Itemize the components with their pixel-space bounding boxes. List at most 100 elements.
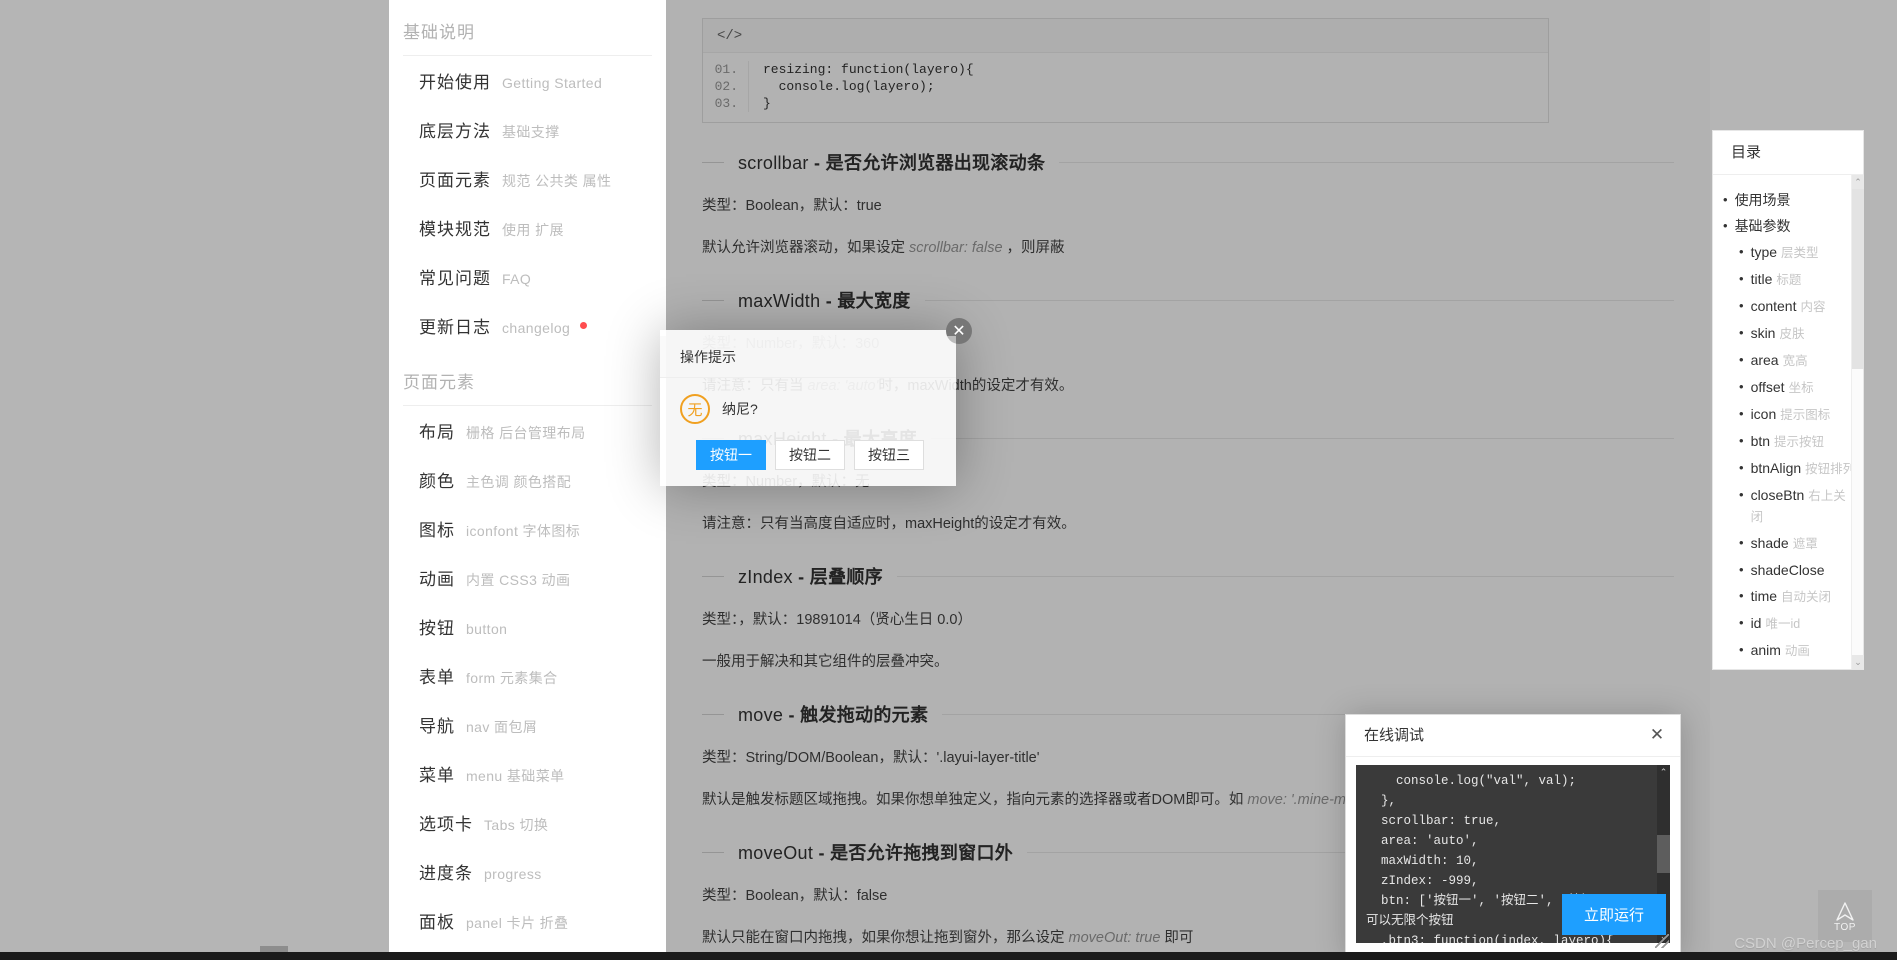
- sidebar-item-10[interactable]: 面板 panel 卡片 折叠: [389, 896, 666, 945]
- sidebar-item-sublabel: button: [466, 621, 508, 637]
- sidebar-item-sublabel: 主色调 颜色搭配: [466, 474, 572, 490]
- sidebar-item-5[interactable]: 表单 form 元素集合: [389, 651, 666, 700]
- sidebar-item-2[interactable]: 图标 iconfont 字体图标: [389, 504, 666, 553]
- toc-item-label: btnAlign: [1750, 460, 1802, 476]
- sidebar-item-1[interactable]: 颜色 主色调 颜色搭配: [389, 455, 666, 504]
- sidebar-item-sublabel: 规范 公共类 属性: [502, 173, 612, 189]
- toc-item[interactable]: • title 标题: [1723, 266, 1857, 293]
- toc-item[interactable]: • shadeClose: [1723, 557, 1857, 583]
- bullet-icon: •: [1723, 218, 1728, 233]
- toc-item[interactable]: • anim 动画: [1723, 637, 1857, 664]
- sidebar-item-0[interactable]: 开始使用 Getting Started: [389, 56, 666, 105]
- toc-scrollbar[interactable]: ⌃ ⌄: [1851, 175, 1864, 669]
- sidebar-item-5[interactable]: 更新日志 changelog: [389, 301, 666, 350]
- sidebar-item-sublabel: nav 面包屑: [466, 719, 538, 735]
- sidebar-item-label: 模块规范: [419, 220, 491, 239]
- toc-item[interactable]: • offset 坐标: [1723, 374, 1857, 401]
- toc-item[interactable]: • isOutAnim关闭动画: [1723, 664, 1857, 669]
- bullet-icon: •: [1739, 562, 1744, 577]
- toc-item-label-wrap: shade 遮罩: [1751, 533, 1857, 554]
- sidebar-item-8[interactable]: 选项卡 Tabs 切换: [389, 798, 666, 847]
- bullet-icon: •: [1739, 379, 1744, 394]
- sidebar-item-1[interactable]: 底层方法 基础支撑: [389, 105, 666, 154]
- sidebar-item-sublabel: iconfont 字体图标: [466, 523, 581, 539]
- sidebar-item-label: 面板: [419, 913, 455, 932]
- toc-item-sublabel: 提示图标: [1780, 408, 1831, 422]
- toc-item[interactable]: • 使用场景: [1723, 187, 1857, 213]
- run-button[interactable]: 立即运行: [1561, 894, 1666, 935]
- toc-item[interactable]: • 基础参数: [1723, 213, 1857, 239]
- sidebar-item-label: 颜色: [419, 472, 455, 491]
- toc-item[interactable]: • icon 提示图标: [1723, 401, 1857, 428]
- sidebar-item-label: 选项卡: [419, 815, 473, 834]
- bullet-icon: •: [1739, 325, 1744, 340]
- sidebar-item-sublabel: Getting Started: [502, 75, 603, 91]
- sidebar-item-4[interactable]: 常见问题 FAQ: [389, 252, 666, 301]
- layer-button-1[interactable]: 按钮一: [696, 440, 766, 470]
- toc-item-sublabel: 层类型: [1781, 246, 1819, 260]
- bullet-icon: •: [1739, 642, 1744, 657]
- toc-item-label: title: [1750, 271, 1773, 287]
- bullet-icon: •: [1739, 667, 1744, 669]
- sidebar-item-sublabel: menu 基础菜单: [466, 768, 565, 784]
- sidebar-item-0[interactable]: 布局 栅格 后台管理布局: [389, 406, 666, 455]
- sidebar-item-sublabel: 使用 扩展: [502, 222, 564, 238]
- toc-item[interactable]: • time 自动关闭: [1723, 583, 1857, 610]
- sidebar-item-sublabel: changelog: [502, 320, 571, 336]
- toc-item[interactable]: • btn 提示按钮: [1723, 428, 1857, 455]
- bullet-icon: •: [1739, 460, 1744, 475]
- toc-item-label-wrap: anim 动画: [1751, 640, 1857, 661]
- sidebar-item-4[interactable]: 按钮 button: [389, 602, 666, 651]
- chevron-up-icon[interactable]: ⌃: [1657, 765, 1670, 779]
- layer-button-3[interactable]: 按钮三: [854, 440, 924, 470]
- bullet-icon: •: [1723, 192, 1728, 207]
- toc-item-sublabel: 自动关闭: [1781, 590, 1832, 604]
- debug-window-title: 在线调试: [1364, 727, 1425, 744]
- toc-item-label-wrap: 使用场景: [1735, 190, 1857, 210]
- sidebar-item-label: 更新日志: [419, 318, 491, 337]
- online-debug-window: 在线调试 ✕ console.log("val", val); }, scrol…: [1345, 714, 1681, 960]
- toc-item[interactable]: • id 唯一id: [1723, 610, 1857, 637]
- toc-item-label-wrap: skin 皮肤: [1751, 323, 1857, 344]
- toc-item[interactable]: • type 层类型: [1723, 239, 1857, 266]
- sidebar-item-7[interactable]: 菜单 menu 基础菜单: [389, 749, 666, 798]
- left-gutter: [0, 0, 389, 960]
- toc-scrollbar-thumb[interactable]: [1852, 189, 1864, 369]
- toc-item-sublabel: 遮罩: [1792, 537, 1818, 551]
- toc-item-label-wrap: shadeClose: [1751, 560, 1857, 580]
- bullet-icon: •: [1739, 487, 1744, 502]
- toc-item-label: time: [1750, 588, 1778, 604]
- sidebar-item-9[interactable]: 进度条 progress: [389, 847, 666, 896]
- sidebar-item-label: 图标: [419, 521, 455, 540]
- sidebar: 基础说明 开始使用 Getting Started 底层方法 基础支撑 页面元素 规范 公…: [389, 0, 666, 952]
- toc-item-label-wrap: btn 提示按钮: [1751, 431, 1857, 452]
- chevron-down-icon[interactable]: ⌄: [1852, 655, 1864, 669]
- toc-item-label-wrap: offset 坐标: [1751, 377, 1857, 398]
- toc-item-label-wrap: isOutAnim关闭动画: [1751, 667, 1857, 669]
- toc-item-label: shadeClose: [1750, 562, 1825, 578]
- sidebar-item-3[interactable]: 动画 内置 CSS3 动画: [389, 553, 666, 602]
- sidebar-item-sublabel: progress: [484, 866, 542, 882]
- bullet-icon: •: [1739, 433, 1744, 448]
- toc-item[interactable]: • skin 皮肤: [1723, 320, 1857, 347]
- debug-scrollbar-thumb[interactable]: [1657, 835, 1670, 873]
- sidebar-item-2[interactable]: 页面元素 规范 公共类 属性: [389, 154, 666, 203]
- sidebar-item-label: 按钮: [419, 619, 455, 638]
- toc-item-sublabel: 内容: [1800, 300, 1826, 314]
- sidebar-item-6[interactable]: 导航 nav 面包屑: [389, 700, 666, 749]
- sidebar-item-label: 进度条: [419, 864, 473, 883]
- resize-handle-icon[interactable]: [1655, 934, 1669, 948]
- close-icon[interactable]: ✕: [1648, 727, 1666, 745]
- bullet-icon: •: [1739, 298, 1744, 313]
- sidebar-item-3[interactable]: 模块规范 使用 扩展: [389, 203, 666, 252]
- toc-item[interactable]: • closeBtn 右上关闭: [1723, 482, 1857, 530]
- sidebar-item-sublabel: 栅格 后台管理布局: [466, 425, 586, 441]
- toc-item[interactable]: • content 内容: [1723, 293, 1857, 320]
- toc-item[interactable]: • area 宽高: [1723, 347, 1857, 374]
- sidebar-item-sublabel: Tabs 切换: [484, 817, 549, 833]
- toc-item-sublabel: 提示按钮: [1774, 435, 1825, 449]
- toc-item[interactable]: • shade 遮罩: [1723, 530, 1857, 557]
- chevron-up-icon[interactable]: ⌃: [1852, 175, 1864, 189]
- toc-item[interactable]: • btnAlign 按钮排列: [1723, 455, 1857, 482]
- layer-button-2[interactable]: 按钮二: [775, 440, 845, 470]
